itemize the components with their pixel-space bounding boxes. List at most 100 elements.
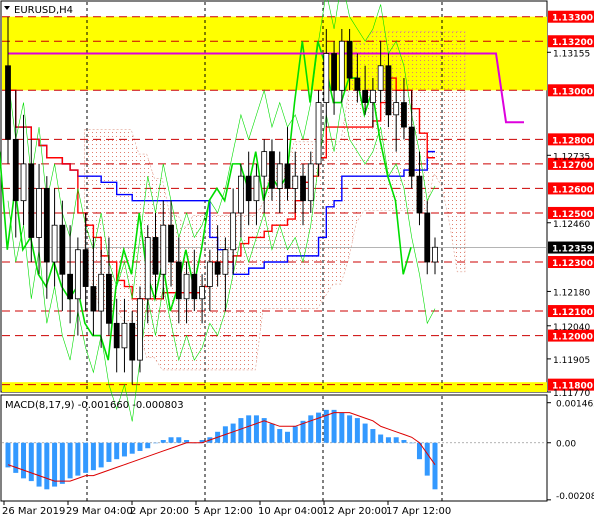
- resistance-zone-1: [2, 382, 547, 392]
- candle-body: [144, 237, 151, 300]
- candle-body: [230, 212, 237, 251]
- candle-body: [245, 175, 252, 202]
- macd-histogram-bar: [331, 409, 337, 443]
- macd-histogram-bar: [106, 442, 112, 462]
- macd-histogram-bar: [424, 442, 430, 476]
- macd-histogram-bar: [5, 442, 11, 468]
- x-axis-label: 12 Apr 20:00: [322, 506, 387, 517]
- candle-body: [160, 224, 167, 275]
- candle-body: [284, 163, 291, 189]
- candle-body: [199, 286, 205, 300]
- macd-histogram-bar: [362, 423, 368, 443]
- y-axis-label: 1.13155: [553, 49, 590, 59]
- candle-body: [168, 224, 174, 263]
- price-tag-label: 1.12000: [552, 333, 593, 343]
- candle-body: [377, 65, 384, 91]
- candle-body: [393, 102, 400, 116]
- current-price-label: 1.12359: [552, 245, 593, 255]
- macd-histogram-bar: [67, 442, 73, 479]
- price-tag-label: 1.12100: [552, 308, 593, 318]
- candle-body: [401, 102, 407, 128]
- candle-body: [276, 163, 283, 189]
- macd-histogram-bar: [401, 440, 407, 443]
- price-tag-label: 1.13200: [552, 38, 593, 48]
- candle-body: [59, 224, 66, 275]
- price-tag-label: 1.12800: [552, 136, 593, 146]
- y-axis-label: 1.12040: [553, 323, 590, 333]
- x-axis-label: 17 Apr 12:00: [386, 506, 451, 517]
- macd-histogram-bar: [59, 442, 65, 484]
- price-tag-label: 1.12600: [552, 185, 593, 195]
- macd-histogram-bar: [284, 431, 290, 443]
- macd-histogram-bar: [378, 434, 384, 443]
- macd-histogram-bar: [238, 418, 244, 443]
- macd-histogram-bar: [308, 415, 314, 443]
- candle-body: [408, 126, 415, 177]
- candle-body: [253, 175, 260, 202]
- candle-body: [82, 249, 89, 287]
- candle-body: [106, 273, 112, 324]
- macd-axis-label: 0.001462: [556, 400, 594, 410]
- candle-body: [416, 175, 423, 214]
- y-axis-label: 1.12180: [553, 288, 590, 298]
- candle-body: [51, 224, 58, 263]
- candle-body: [354, 77, 361, 91]
- symbol-dropdown-icon[interactable]: [4, 6, 10, 10]
- candle-body: [222, 249, 229, 275]
- candle-body: [385, 65, 392, 116]
- macd-histogram-bar: [121, 442, 127, 457]
- macd-axis-label: 0.00: [556, 440, 576, 450]
- macd-histogram-bar: [160, 440, 166, 443]
- candle-body: [269, 151, 275, 189]
- candle-body: [113, 322, 120, 349]
- candle-body: [90, 286, 97, 312]
- macd-histogram-bar: [168, 437, 174, 443]
- x-axis-label: 26 Mar 2019: [2, 506, 65, 517]
- candle-body: [331, 53, 337, 91]
- candle-body: [261, 151, 268, 177]
- macd-histogram-bar: [129, 442, 135, 454]
- candle-body: [238, 175, 244, 214]
- chart-window[interactable]: 0.0014620.00-0.002084 1.133001.132001.13…: [0, 0, 594, 521]
- candle-body: [432, 246, 438, 263]
- macd-histogram-bar: [98, 442, 104, 468]
- macd-histogram-bar: [36, 442, 42, 487]
- macd-histogram-bar: [292, 426, 298, 443]
- macd-histogram-bar: [230, 423, 236, 443]
- y-axis-label: 1.12460: [553, 220, 590, 230]
- macd-axis-label: -0.002084: [556, 492, 594, 502]
- macd-histogram-bar: [90, 442, 96, 471]
- candle-body: [129, 322, 136, 361]
- macd-histogram-bar: [246, 415, 252, 443]
- candle-body: [20, 163, 27, 202]
- candle-body: [121, 322, 128, 349]
- candle-body: [137, 298, 143, 361]
- macd-histogram-bar: [253, 415, 259, 443]
- price-tag-label: 1.12700: [552, 161, 593, 171]
- price-tag-label: 1.12500: [552, 210, 593, 220]
- macd-histogram-bar: [347, 415, 353, 443]
- candle-body: [28, 163, 35, 238]
- macd-histogram-bar: [393, 437, 399, 443]
- x-axis-label: 29 Mar 04:00: [66, 506, 133, 517]
- price-chart[interactable]: 0.0014620.00-0.002084 1.133001.132001.13…: [0, 0, 594, 521]
- candle-body: [323, 53, 330, 103]
- macd-histogram-bar: [21, 442, 27, 479]
- candle-body: [424, 212, 431, 263]
- macd-histogram-bar: [153, 442, 159, 444]
- candle-body: [315, 102, 322, 165]
- macd-histogram-bar: [370, 429, 376, 443]
- candle-body: [214, 261, 221, 275]
- macd-histogram-bar: [137, 442, 143, 451]
- candle-body: [12, 138, 19, 202]
- macd-histogram-bar: [269, 423, 275, 443]
- macd-histogram-bar: [409, 442, 415, 444]
- candle-body: [362, 89, 369, 103]
- candle-body: [191, 273, 198, 300]
- candle-body: [43, 188, 50, 263]
- candle-body: [175, 261, 182, 300]
- candle-body: [5, 65, 11, 140]
- x-axis-label: 10 Apr 04:00: [258, 506, 323, 517]
- macd-histogram-bar: [385, 437, 391, 443]
- macd-histogram-bar: [114, 442, 120, 460]
